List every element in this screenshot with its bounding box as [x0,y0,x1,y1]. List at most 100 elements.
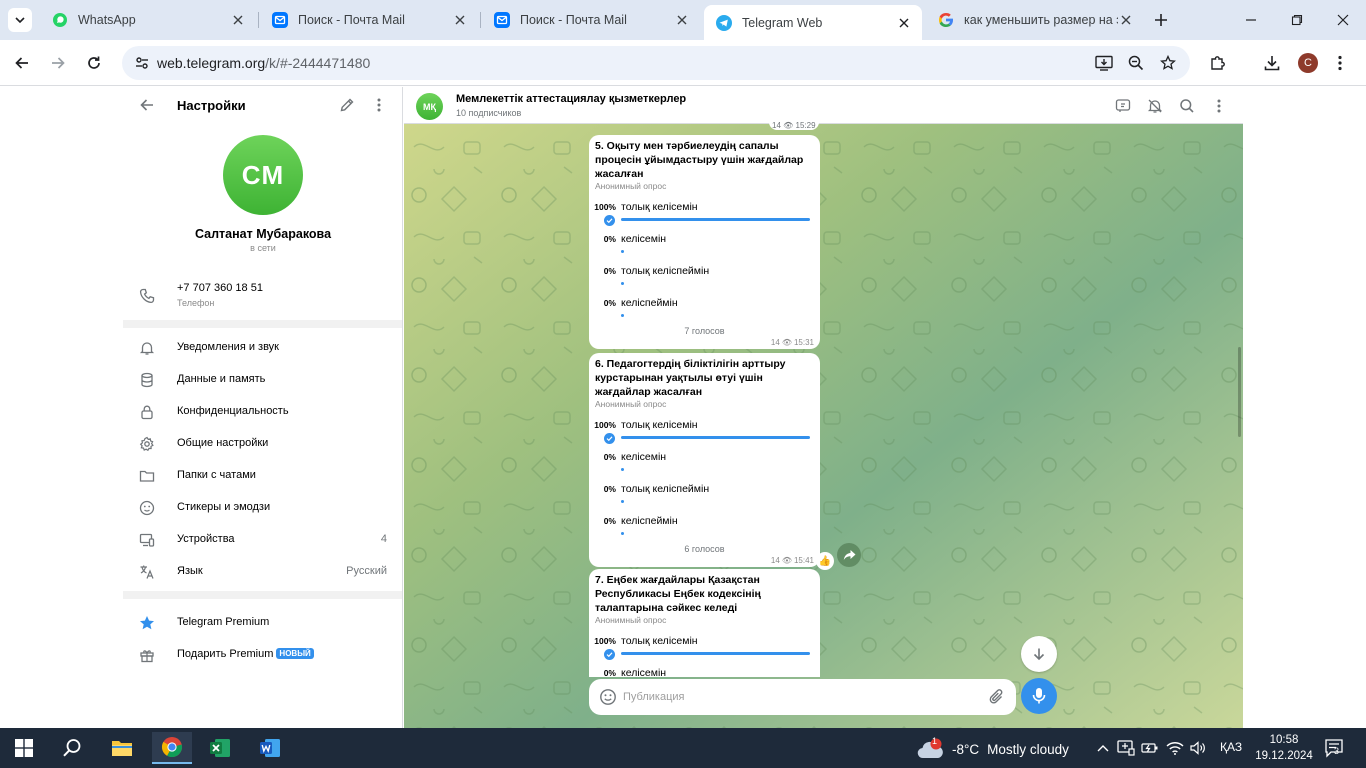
url-host: web.telegram.org [157,55,266,71]
menu-general-settings[interactable]: Общие настройки [123,428,402,460]
poll-option[interactable]: 0% келісемін [589,667,820,677]
tab-mail-2[interactable]: Поиск - Почта Mail [482,5,700,35]
tab-mail-1[interactable]: Поиск - Почта Mail [260,5,478,35]
scroll-to-bottom-button[interactable] [1021,636,1057,672]
close-icon[interactable] [1118,12,1134,28]
close-icon[interactable] [674,12,690,28]
battery-button[interactable] [1141,739,1159,757]
input-language[interactable]: ҚАЗ [1220,740,1242,754]
poll-message[interactable]: 6. Педагогтердің біліктілігін арттыру ку… [589,353,820,567]
restore-button[interactable] [1274,0,1320,40]
word-button[interactable] [250,732,290,764]
chat-scrollbar[interactable] [1238,347,1241,437]
downloads-button[interactable] [1258,49,1286,77]
poll-question: 6. Педагогтердің біліктілігін арттыру ку… [595,358,786,398]
file-explorer-button[interactable] [102,732,142,764]
forward-button[interactable] [44,49,72,77]
close-window-button[interactable] [1320,0,1366,40]
poll-option-text: толық келісемін [621,419,698,431]
browser-menu-button[interactable] [1326,49,1354,77]
url-text[interactable]: web.telegram.org/k/#-2444471480 [157,55,370,71]
edit-profile-button[interactable] [339,97,355,113]
close-icon[interactable] [896,15,912,31]
tab-search-button[interactable] [8,8,32,32]
excel-button[interactable] [200,732,240,764]
poll-message[interactable]: 5. Оқыту мен тәрбиелеудің сапалы процесі… [589,135,820,349]
chat-header[interactable]: МҚ Мемлекеттік аттестациялау қызметкерле… [404,87,1243,124]
message-meta: 14 👁 15:31 [771,338,814,347]
tab-google-search[interactable]: как уменьшить размер на экране [926,5,1144,35]
browser-profile-avatar[interactable]: C [1298,53,1318,73]
menu-chat-folders[interactable]: Папки с чатами [123,460,402,492]
settings-back-button[interactable] [139,97,155,113]
menu-label: Telegram Premium [177,616,270,628]
poll-votes[interactable]: 6 голосов [589,544,820,554]
install-app-button[interactable] [1094,53,1114,73]
volume-button[interactable] [1190,739,1208,757]
reload-button[interactable] [80,49,108,77]
message-input[interactable] [623,687,963,707]
message-composer [589,679,1016,715]
wifi-icon [1166,742,1184,755]
voice-record-button[interactable] [1021,678,1057,714]
poll-votes[interactable]: 7 голосов [589,326,820,336]
menu-stickers-emoji[interactable]: Стикеры и эмодзи [123,492,402,524]
poll-option[interactable]: 0% толық келіспеймін [589,265,820,297]
chat-more-button[interactable] [1209,96,1229,116]
mute-button[interactable] [1145,96,1165,116]
poll-option[interactable]: 0% келіспеймін [589,515,820,547]
start-button[interactable] [4,732,44,764]
menu-notifications[interactable]: Уведомления и звук [123,332,402,364]
cloud-icon [917,738,943,759]
wifi-button[interactable] [1166,739,1184,757]
back-button[interactable] [8,49,36,77]
poll-option-text: келісемін [621,667,667,677]
tab-whatsapp[interactable]: WhatsApp [40,5,256,35]
menu-label: Папки с чатами [177,469,256,481]
poll-option[interactable]: 0% келісемін [589,451,820,483]
minimize-button[interactable] [1228,0,1274,40]
new-tab-button[interactable] [1150,9,1172,31]
poll-option[interactable]: 0% келіспеймін [589,297,820,329]
menu-language[interactable]: Язык Русский [123,556,402,588]
taskbar-clock[interactable]: 10:58 19.12.2024 [1250,732,1318,764]
poll-option[interactable]: 100% толық келісемін [589,635,820,667]
reaction-thumbs-up[interactable]: 👍 [816,552,834,570]
minimize-icon [1246,19,1256,21]
weather-widget[interactable]: 1 -8°C Mostly cloudy [916,736,1069,760]
menu-gift-premium[interactable]: Подарить Premium НОВЫЙ [123,639,402,671]
comments-button[interactable] [1113,96,1133,116]
channel-avatar[interactable]: МҚ [416,93,443,120]
poll-option[interactable]: 0% толық келіспеймін [589,483,820,515]
poll-option[interactable]: 100% толық келісемін [589,419,820,451]
search-button[interactable] [52,732,92,764]
address-bar[interactable]: web.telegram.org/k/#-2444471480 [122,46,1190,80]
extensions-button[interactable] [1204,49,1232,77]
tray-app-icon[interactable] [1117,739,1135,757]
pencil-icon [340,98,354,112]
menu-telegram-premium[interactable]: Telegram Premium [123,607,402,639]
phone-row[interactable]: +7 707 360 18 51 Телефон [123,279,402,315]
bookmark-button[interactable] [1158,53,1178,73]
poll-option[interactable]: 0% келісемін [589,233,820,265]
close-icon[interactable] [452,12,468,28]
zoom-button[interactable] [1126,53,1146,73]
poll-message[interactable]: 7. Еңбек жағдайлары Қазақстан Республика… [589,569,820,677]
emoji-icon[interactable] [599,688,617,706]
paperclip-icon[interactable] [989,688,1005,706]
chrome-button[interactable] [152,732,192,764]
profile-avatar[interactable]: CM [223,135,303,215]
forward-button[interactable] [837,543,861,567]
poll-option[interactable]: 100% толық келісемін [589,201,820,233]
show-hidden-icons-button[interactable] [1094,739,1112,757]
phone-icon [139,288,155,304]
chat-search-button[interactable] [1177,96,1197,116]
poll-type: Анонимный опрос [595,615,667,625]
settings-more-button[interactable] [371,97,387,113]
menu-privacy[interactable]: Конфиденциальность [123,396,402,428]
menu-data-storage[interactable]: Данные и память [123,364,402,396]
close-icon[interactable] [230,12,246,28]
menu-devices[interactable]: Устройства 4 [123,524,402,556]
site-settings-icon[interactable] [134,55,150,71]
tab-telegram-web[interactable]: Telegram Web [704,5,922,40]
